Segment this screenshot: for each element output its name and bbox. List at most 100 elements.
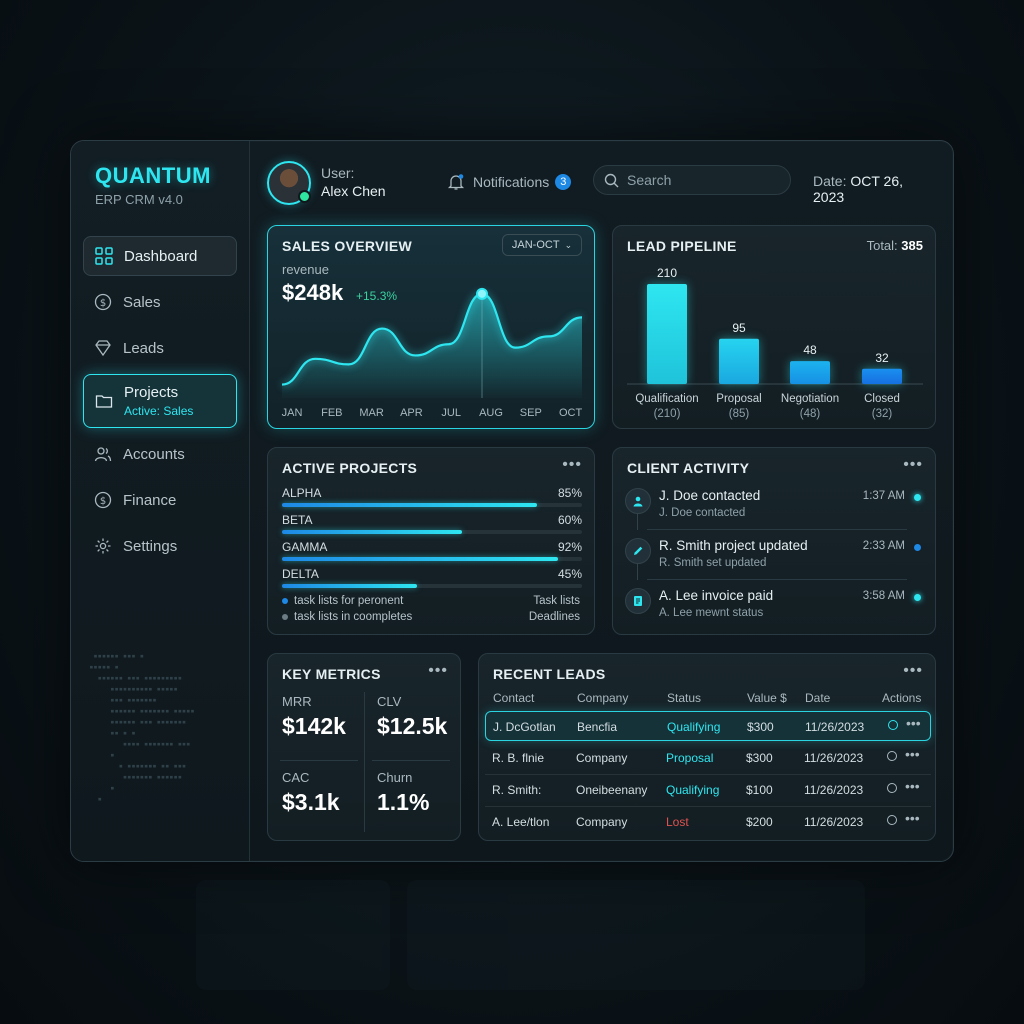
pipeline-bar-qualification[interactable] [647, 284, 687, 384]
divider [647, 579, 907, 580]
pipeline-bar-closed[interactable] [862, 368, 902, 384]
legend-right-label: Task lists [533, 595, 580, 607]
total-label: Total: [866, 238, 898, 253]
column-header[interactable]: Contact [493, 691, 534, 705]
chevron-down-icon: ⌄ [564, 239, 573, 250]
dollar-circle-icon: $ [93, 292, 113, 312]
activity-subtitle: J. Doe contacted [659, 507, 746, 519]
metric-label: MRR [282, 694, 312, 709]
floor-reflection [196, 880, 865, 990]
pipeline-bar-proposal[interactable] [719, 338, 759, 384]
more-options-button[interactable]: ••• [903, 662, 923, 680]
bar-value-label: 48 [803, 343, 817, 357]
sidebar-item-label: Dashboard [124, 247, 198, 265]
more-options-button[interactable]: ••• [562, 456, 582, 474]
project-row[interactable]: ALPHA 85% [282, 486, 582, 507]
table-row[interactable]: R. B. flnie Company Proposal $300 11/26/… [485, 743, 931, 773]
table-row[interactable]: J. DcGotlan Bencfia Qualifying $300 11/2… [485, 711, 931, 741]
row-menu-button[interactable]: ••• [906, 715, 921, 731]
reflection-shape [196, 880, 390, 990]
row-menu-button[interactable]: ••• [905, 810, 920, 826]
sidebar-item-dashboard[interactable]: Dashboard [83, 236, 237, 276]
active-projects-card: ACTIVE PROJECTS ••• ALPHA 85% BETA 60% G… [267, 447, 595, 635]
invoice-icon [625, 588, 651, 614]
metric-value: 1.1% [377, 789, 430, 815]
sidebar-item-settings[interactable]: Settings [83, 526, 237, 566]
status-ring-icon[interactable] [887, 751, 897, 761]
date-range-value: JAN-OCT [511, 239, 560, 251]
month-tick-label: AUG [479, 407, 503, 419]
stage-count-label: (32) [872, 408, 893, 420]
project-row[interactable]: BETA 60% [282, 513, 582, 534]
metric-churn: Churn 1.1% [377, 770, 429, 816]
more-options-button[interactable]: ••• [903, 456, 923, 474]
avatar[interactable] [267, 161, 311, 205]
users-icon [93, 444, 113, 464]
revenue-change: +15.3% [356, 289, 398, 303]
month-tick-label: MAR [359, 407, 384, 419]
sidebar-item-sales[interactable]: $ Sales [83, 282, 237, 322]
sidebar-item-accounts[interactable]: Accounts [83, 434, 237, 474]
key-metrics-card: KEY METRICS ••• MRR $142k CLV $12.5k CAC… [267, 653, 461, 841]
activity-time: 2:33 AM [862, 540, 905, 552]
legend-item: task lists in coompletes [282, 611, 412, 623]
activity-time: 3:58 AM [862, 590, 905, 602]
row-menu-button[interactable]: ••• [905, 746, 920, 762]
month-tick-label: SEP [520, 407, 542, 419]
sidebar-item-text: Projects Active: Sales [124, 384, 193, 418]
column-header[interactable]: Date [805, 691, 830, 705]
metric-label: CAC [282, 770, 310, 785]
bar-value-label: 210 [657, 266, 677, 280]
progress-bar [282, 584, 582, 588]
project-row[interactable]: GAMMA 92% [282, 540, 582, 561]
status-ring-icon[interactable] [887, 783, 897, 793]
project-name: DELTA [282, 567, 319, 581]
search-input[interactable] [625, 171, 779, 189]
project-row[interactable]: DELTA 45% [282, 567, 582, 588]
card-title: SALES OVERVIEW [282, 238, 412, 254]
revenue-label: revenue [282, 262, 329, 277]
dollar-circle-icon: $ [93, 490, 113, 510]
project-name: ALPHA [282, 486, 322, 500]
search-box[interactable] [593, 165, 791, 195]
table-row[interactable]: R. Smith: Oneibeenany Qualifying $100 11… [485, 775, 931, 805]
legend-text: task lists for peronent [294, 595, 404, 607]
folder-icon [94, 391, 114, 411]
search-icon [604, 173, 619, 188]
row-menu-button[interactable]: ••• [905, 778, 920, 794]
recent-leads-card: RECENT LEADS ••• Contact Company Status … [478, 653, 936, 841]
activity-item[interactable]: J. Doe contacted J. Doe contacted 1:37 A… [625, 486, 925, 530]
more-options-button[interactable]: ••• [428, 662, 448, 680]
date-range-select[interactable]: JAN-OCT ⌄ [502, 234, 582, 256]
divider [364, 692, 365, 832]
status-ring-icon[interactable] [888, 720, 898, 730]
notifications-button[interactable]: Notifications 3 [447, 173, 572, 191]
sidebar-item-finance[interactable]: $ Finance [83, 480, 237, 520]
pipeline-bar-negotiation[interactable] [790, 361, 830, 384]
status-ring-icon[interactable] [887, 815, 897, 825]
grid-icon [94, 246, 114, 266]
lead-pipeline-chart: 210 Qualification (210) 95 Proposal (85) 48 Neg… [627, 266, 923, 420]
column-header[interactable]: Status [667, 691, 701, 705]
sidebar-item-label: Projects [124, 384, 179, 401]
peak-point[interactable] [476, 287, 488, 300]
lead-status: Lost [666, 815, 689, 829]
progress-bar [282, 503, 582, 507]
sidebar-item-leads[interactable]: Leads [83, 328, 237, 368]
column-header[interactable]: Value $ [747, 691, 787, 705]
top-bar: User: Alex Chen Notifications 3 Date: OC… [267, 159, 937, 207]
bar-value-label: 32 [875, 351, 889, 365]
sidebar-item-projects[interactable]: Projects Active: Sales [83, 374, 237, 428]
lead-date: 11/26/2023 [805, 720, 865, 734]
progress-bar [282, 530, 582, 534]
table-row[interactable]: A. Lee/tlon Company Lost $200 11/26/2023… [485, 807, 931, 837]
status-dot-icon [914, 494, 921, 501]
lead-date: 11/26/2023 [804, 751, 864, 765]
activity-item[interactable]: A. Lee invoice paid A. Lee mewnt status … [625, 586, 925, 630]
project-percent: 45% [557, 567, 582, 581]
column-header[interactable]: Company [577, 691, 628, 705]
activity-title: A. Lee invoice paid [659, 588, 774, 603]
sidebar-nav: Dashboard $ Sales Leads Projects Active:… [83, 236, 237, 572]
activity-item[interactable]: R. Smith project updated R. Smith set up… [625, 536, 925, 580]
pencil-icon [625, 538, 651, 564]
